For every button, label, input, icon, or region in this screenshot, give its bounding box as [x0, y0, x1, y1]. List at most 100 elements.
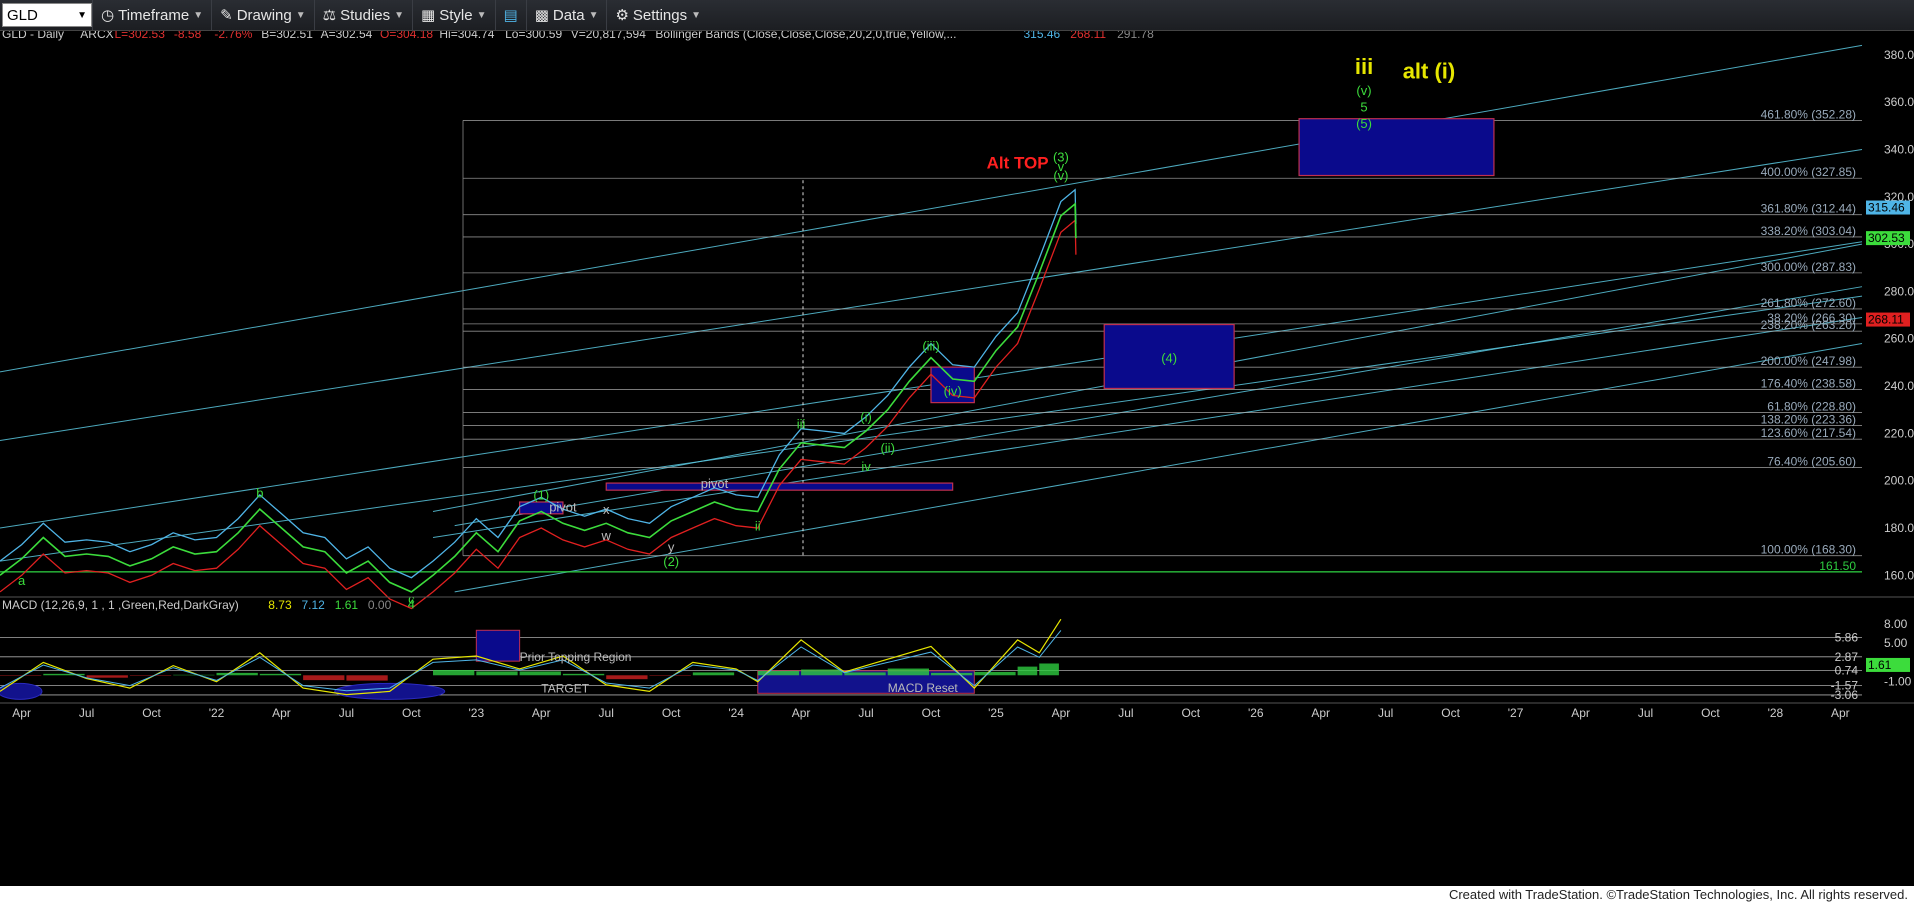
wave-label: a	[18, 573, 26, 588]
macd-value-4: 0.00	[368, 598, 392, 612]
macd-histogram-bar	[86, 675, 128, 678]
macd-histogram-bar	[606, 675, 648, 680]
channel-line	[0, 295, 1863, 562]
price-tick-label: 240.00	[1884, 379, 1914, 393]
timeframe-menu[interactable]: ◷ Timeframe ▼	[92, 0, 211, 30]
time-tick-label: Oct	[402, 706, 421, 720]
chart-area[interactable]: GLD - Daily ARCX L=302.53 -8.58 -2.76% B=302.…	[0, 27, 1914, 891]
data-menu[interactable]: ▩ Data ▼	[525, 0, 607, 30]
price-tick-label: 260.00	[1884, 332, 1914, 346]
price-tag-label: 315.46	[1868, 201, 1905, 215]
price-tick-label: 360.00	[1884, 95, 1914, 109]
macd-tag-label: 1.61	[1868, 658, 1892, 672]
time-tick-label: '26	[1248, 706, 1264, 720]
bollinger-lower-band	[0, 219, 1077, 610]
wave-label: (5)	[1356, 116, 1372, 131]
chevron-down-icon: ▼	[295, 9, 306, 21]
wave-label: b	[256, 485, 263, 500]
price-tag-label: 302.53	[1868, 231, 1905, 245]
time-tick-label: Apr	[1311, 706, 1330, 720]
fib-level-label: 200.00% (247.98)	[1761, 354, 1856, 368]
macd-histogram-bar	[433, 669, 475, 676]
macd-level-label: 5.86	[1835, 631, 1859, 645]
time-tick-label: Jul	[858, 706, 873, 720]
symbol-input[interactable]: GLD ▼	[2, 3, 92, 27]
price-tick-label: 220.00	[1884, 426, 1914, 440]
wave-label: (2)	[663, 554, 679, 569]
macd-histogram-bar	[887, 668, 929, 676]
price-tick-label: 340.00	[1884, 142, 1914, 156]
symbol-dropdown-icon[interactable]: ▼	[77, 10, 87, 21]
chevron-down-icon: ▼	[193, 9, 204, 21]
time-tick-label: Oct	[1701, 706, 1720, 720]
macd-histogram-bar	[692, 672, 735, 676]
macd-value-1: 8.73	[268, 598, 292, 612]
time-tick-label: Jul	[79, 706, 94, 720]
time-tick-label: Jul	[1118, 706, 1133, 720]
data-label: Data	[552, 6, 585, 24]
wave-label: (iii)	[922, 339, 939, 354]
macd-level-label: 2.87	[1835, 650, 1859, 664]
header-bb-mid: 291.78	[1117, 31, 1154, 41]
time-tick-label: '24	[728, 706, 744, 720]
wave-label: x	[603, 502, 610, 517]
time-tick-label: Oct	[1181, 706, 1200, 720]
macd-annotation: TARGET	[541, 682, 589, 696]
macd-header-label: MACD (12,26,9, 1 , 1 ,Green,Red,DarkGray…	[2, 598, 239, 612]
macd-histogram-bar	[259, 673, 302, 676]
macd-oversold-ellipse	[0, 682, 43, 700]
wave-label: (v)	[1053, 168, 1068, 183]
macd-histogram-bar	[931, 672, 973, 676]
style-label: Style	[439, 6, 473, 24]
layout-button[interactable]: ▤	[494, 0, 526, 30]
clock-icon: ◷	[101, 7, 115, 24]
price-tick-label: 160.00	[1884, 568, 1914, 582]
fib-level-label: 123.60% (217.54)	[1761, 426, 1856, 440]
settings-menu[interactable]: ⚙ Settings ▼	[606, 0, 709, 30]
macd-histogram-bar	[303, 675, 345, 681]
price-tick-label: 380.00	[1884, 48, 1914, 62]
wave-label: pivot	[701, 476, 729, 491]
fib-level-label: 76.40% (205.60)	[1767, 454, 1856, 468]
macd-value-2: 7.12	[302, 598, 326, 612]
wave-label: (4)	[1161, 350, 1177, 365]
studies-menu[interactable]: ⚖ Studies ▼	[313, 0, 412, 30]
fib-level-label: 138.20% (223.36)	[1761, 412, 1856, 426]
time-tick-label: '23	[469, 706, 485, 720]
macd-tick-label: 8.00	[1884, 617, 1908, 631]
prior-topping-box	[475, 629, 521, 662]
header-bb-lower: 268.11	[1070, 31, 1106, 41]
header-ask: A=302.54	[321, 31, 373, 41]
fib-level-label: 261.80% (272.60)	[1761, 296, 1856, 310]
time-tick-label: Jul	[339, 706, 354, 720]
wave-label: (ii)	[880, 440, 894, 455]
flask-icon: ⚖	[322, 7, 337, 24]
bar-chart-icon: ▩	[534, 7, 549, 24]
wave-label: iv	[861, 459, 871, 474]
wave-label: pivot	[549, 499, 577, 514]
chevron-down-icon: ▼	[476, 9, 487, 21]
timeframe-label: Timeframe	[118, 6, 190, 24]
style-menu[interactable]: ▦ Style ▼	[412, 0, 494, 30]
layout-icon: ▤	[503, 7, 518, 24]
time-tick-label: Apr	[532, 706, 551, 720]
fib-level-label: 161.50	[1819, 559, 1856, 573]
macd-histogram-bar	[801, 669, 843, 676]
toolbar: GLD ▼ ◷ Timeframe ▼ ✎ Drawing ▼ ⚖ Studie…	[0, 0, 1914, 31]
macd-histogram-bar	[346, 675, 388, 681]
wave-label: (v)	[1356, 83, 1371, 98]
drawing-menu[interactable]: ✎ Drawing ▼	[211, 0, 314, 30]
studies-label: Studies	[340, 6, 391, 24]
fib-level-label: 100.00% (168.30)	[1761, 543, 1856, 557]
macd-histogram-bar	[1039, 663, 1059, 676]
macd-histogram-bar	[519, 671, 561, 676]
header-change: -8.58	[174, 31, 202, 41]
macd-histogram-bar	[974, 671, 1016, 676]
time-tick-label: Jul	[1378, 706, 1393, 720]
wave-label: w	[601, 528, 612, 543]
header-volume: V=20,817,594	[571, 31, 646, 41]
fib-level-label: 238.20% (263.20)	[1761, 318, 1856, 332]
macd-histogram-bar	[844, 672, 886, 676]
target-box-top	[1298, 118, 1495, 177]
price-chart[interactable]: GLD - Daily ARCX L=302.53 -8.58 -2.76% B=302.…	[0, 27, 1914, 891]
